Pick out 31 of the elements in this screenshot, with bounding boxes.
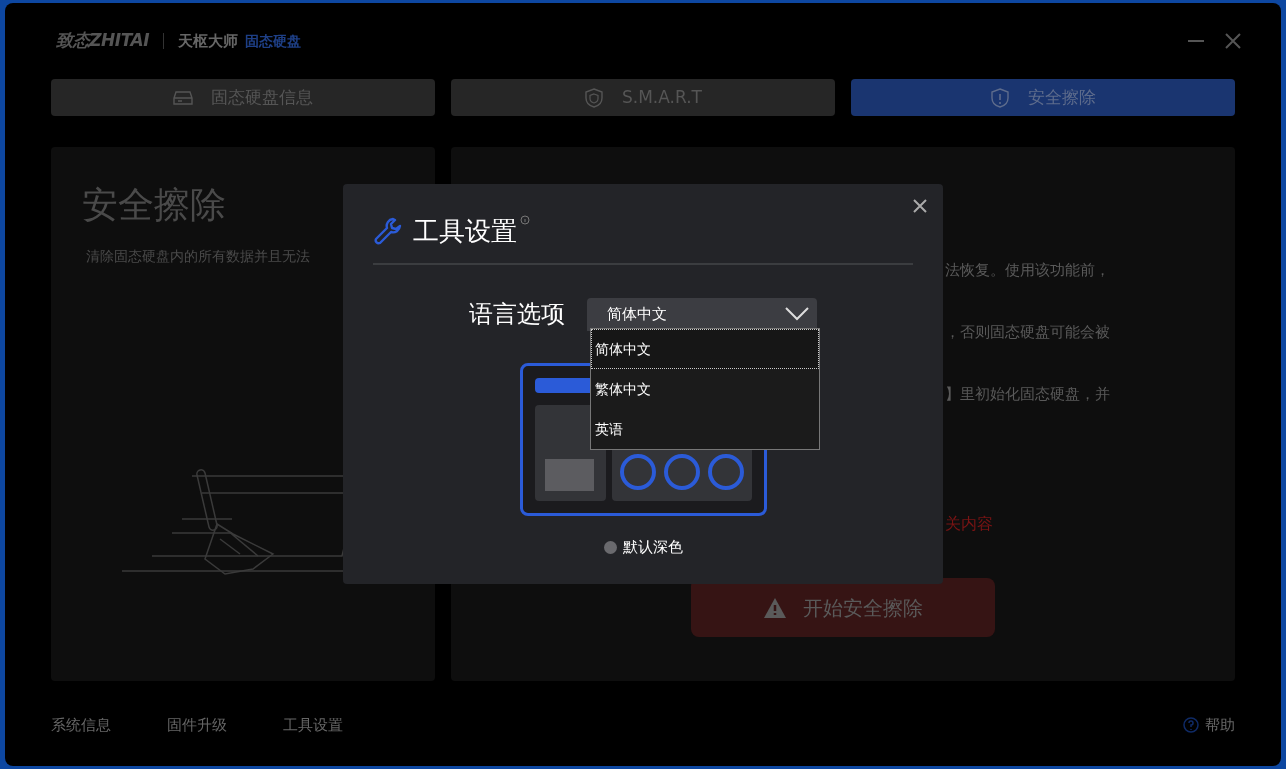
footer-link[interactable]: 固件升级 [167,714,227,737]
chevron-down-icon [785,307,809,321]
footer-link[interactable]: 工具设置 [283,714,343,737]
instruction-text: ，否则固态硬盘可能会被 [945,322,1111,342]
instruction-text: 法恢复。使用该功能前， [945,260,1111,280]
language-option[interactable]: 繁体中文 [591,369,819,409]
product-name: 天枢大师 [178,30,239,52]
panel-title: 安全擦除 [82,183,227,227]
warning-text: 关内容 [945,514,994,534]
shield-alert-icon [990,87,1010,108]
language-option[interactable]: 简体中文 [591,329,819,369]
radio-button[interactable] [603,540,617,554]
language-label: 语言选项 [469,299,565,330]
shield-icon [584,87,604,108]
footer-link[interactable]: 系统信息 [51,714,111,737]
instruction-text: 】里初始化固态硬盘，并 [945,384,1111,404]
help-icon[interactable] [1183,717,1199,734]
start-erase-button[interactable]: 开始安全擦除 [691,578,995,637]
logo: 致态ZHITAI [56,29,150,53]
product-tag: 固态硬盘 [245,30,302,52]
theme-label: 默认深色 [622,537,683,558]
wrench-icon [373,217,403,245]
warning-icon [763,596,787,619]
info-icon [520,215,530,225]
language-option[interactable]: 英语 [591,409,819,449]
close-icon[interactable] [913,199,927,213]
language-dropdown[interactable]: 简体中文 [587,297,817,331]
help-link[interactable]: 帮助 [1205,714,1235,737]
tab[interactable]: 安全擦除 [851,79,1235,116]
preview-block [544,459,594,491]
dialog-title: 工具设置 [413,215,517,247]
